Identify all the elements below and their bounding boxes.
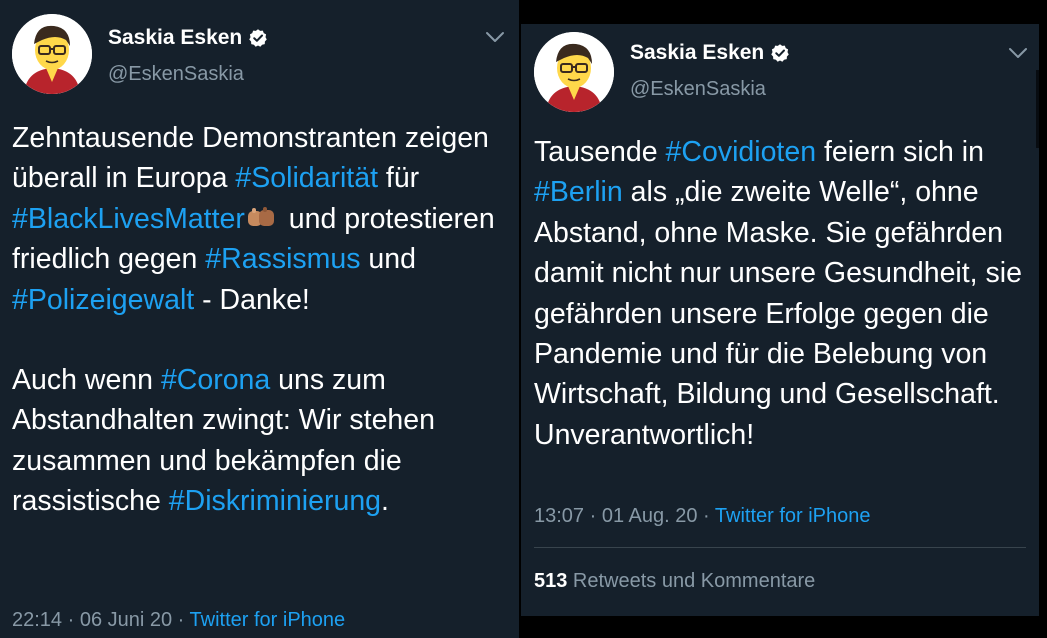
hashtag-solidaritaet[interactable]: #Solidarität — [235, 162, 378, 194]
hashtag-rassismus[interactable]: #Rassismus — [205, 243, 360, 275]
tweet-paragraph-1: Zehntausende Demonstranten zeigen überal… — [12, 122, 495, 316]
tweet-source-link[interactable]: Twitter for iPhone — [715, 505, 871, 527]
hashtag-blacklivesmatter[interactable]: #BlackLivesMatter — [12, 203, 245, 235]
author-row: Saskia Esken — [108, 26, 268, 50]
tweet-text: Tausende #Covidioten feiern sich in #Ber… — [534, 132, 1034, 455]
retweet-label: Retweets und Kommentare — [567, 570, 816, 592]
tweet-card-left: Saskia Esken @EskenSaskia Zehntausende D… — [0, 0, 519, 638]
author-handle[interactable]: @EskenSaskia — [108, 63, 244, 86]
tweet-paragraph-2: Auch wenn #Corona uns zum Abstandhalten … — [12, 364, 435, 518]
chevron-down-icon[interactable] — [484, 30, 506, 44]
author-handle[interactable]: @EskenSaskia — [630, 78, 766, 101]
scrollbar-edge — [1036, 70, 1039, 148]
verified-badge-icon — [771, 44, 790, 62]
retweets-comments-link[interactable]: 513 Retweets und Kommentare — [534, 570, 815, 593]
hashtag-diskriminierung[interactable]: #Diskriminierung — [169, 485, 381, 517]
timestamp-date[interactable]: 22:14 · 06 Juni 20 · — [12, 609, 190, 631]
avatar-image — [12, 14, 92, 94]
avatar-image — [534, 32, 614, 112]
tweet-text: Zehntausende Demonstranten zeigen überal… — [12, 118, 512, 522]
tweet-paragraph-1: Tausende #Covidioten feiern sich in #Ber… — [534, 136, 1022, 451]
raised-fist-emoji-icon — [247, 206, 274, 226]
hashtag-corona[interactable]: #Corona — [161, 364, 270, 396]
author-name[interactable]: Saskia Esken — [630, 41, 764, 65]
tweet-timestamp: 22:14 · 06 Juni 20 · Twitter for iPhone — [12, 609, 345, 632]
chevron-down-icon[interactable] — [1007, 46, 1029, 60]
author-name[interactable]: Saskia Esken — [108, 26, 242, 50]
author-row: Saskia Esken — [630, 41, 790, 65]
hashtag-covidioten[interactable]: #Covidioten — [666, 136, 817, 168]
tweet-source-link[interactable]: Twitter for iPhone — [190, 609, 346, 631]
avatar[interactable] — [12, 14, 92, 94]
timestamp-date[interactable]: 13:07 · 01 Aug. 20 · — [534, 505, 715, 527]
tweet-timestamp: 13:07 · 01 Aug. 20 · Twitter for iPhone — [534, 505, 871, 528]
tweet-card-right: Saskia Esken @EskenSaskia Tausende #Covi… — [521, 24, 1039, 616]
avatar[interactable] — [534, 32, 614, 112]
divider — [534, 547, 1026, 548]
verified-badge-icon — [249, 29, 268, 47]
hashtag-polizeigewalt[interactable]: #Polizeigewalt — [12, 284, 194, 316]
hashtag-berlin[interactable]: #Berlin — [534, 176, 623, 208]
retweet-count: 513 — [534, 570, 568, 592]
